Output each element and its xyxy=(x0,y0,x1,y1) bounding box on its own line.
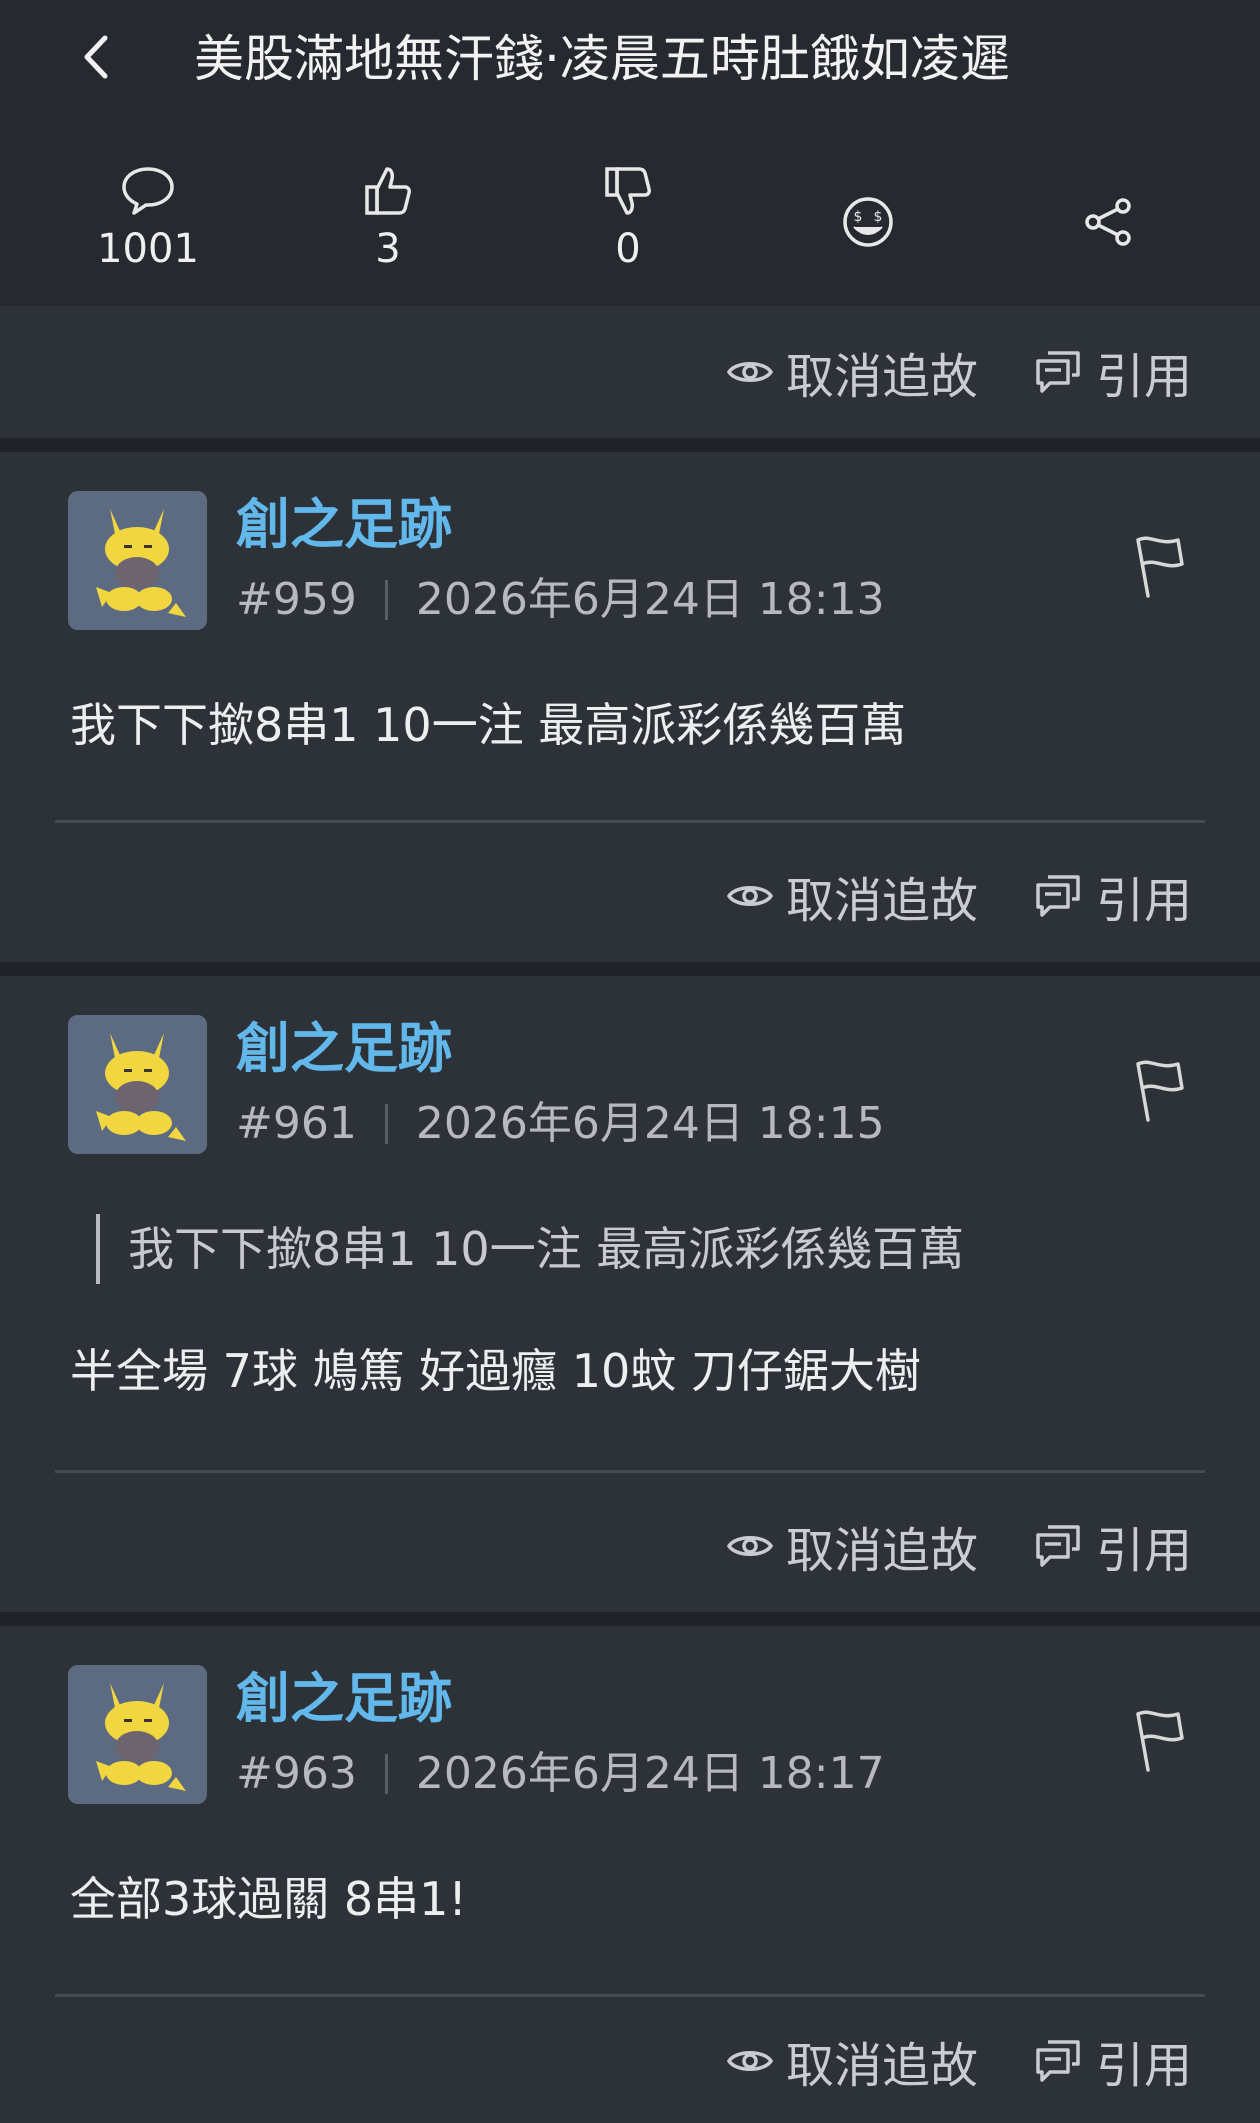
share-button[interactable] xyxy=(1008,160,1208,290)
report-button[interactable] xyxy=(1126,1706,1186,1776)
username[interactable]: 創之足跡 xyxy=(236,1664,452,1734)
post-meta: #961 2026年6月24日 18:15 xyxy=(236,1094,885,1154)
username[interactable]: 創之足跡 xyxy=(236,490,452,560)
flag-icon xyxy=(1136,1060,1184,1122)
top-bar: 美股滿地無汗錢‧凌晨五時肚餓如凌遲 1001 3 0 $ $ xyxy=(0,0,1260,306)
svg-text:$: $ xyxy=(854,209,863,225)
quote-button[interactable]: 引用 xyxy=(1034,1999,1192,2123)
flag-icon xyxy=(1136,1710,1184,1772)
unfollow-button[interactable]: 取消追故 xyxy=(726,306,978,438)
unfollow-label: 取消追故 xyxy=(786,349,979,405)
stats-row: 1001 3 0 $ $ xyxy=(0,160,1260,290)
meta-divider xyxy=(384,1754,388,1794)
meta-divider xyxy=(384,580,388,620)
share-icon xyxy=(1085,198,1131,246)
dislikes-count: 0 xyxy=(615,226,641,272)
post-timestamp: 2026年6月24日 18:17 xyxy=(415,1748,885,1799)
quote-icon xyxy=(1036,351,1080,393)
quote-button[interactable]: 引用 xyxy=(1034,306,1192,438)
unfollow-button[interactable]: 取消追故 xyxy=(726,1999,978,2123)
back-button[interactable] xyxy=(66,22,126,92)
quote-label: 引用 xyxy=(1096,349,1193,405)
post-timestamp: 2026年6月24日 18:15 xyxy=(415,1098,885,1149)
post-timestamp: 2026年6月24日 18:13 xyxy=(415,574,885,625)
post-body: 半全場 7球 鳩篤 好過癮 10蚊 刀仔鋸大樹 xyxy=(70,1344,921,1398)
page-title: 美股滿地無汗錢‧凌晨五時肚餓如凌遲 xyxy=(194,30,1010,88)
post-divider xyxy=(55,1470,1205,1473)
flag-icon xyxy=(1136,536,1184,598)
replies-stat[interactable]: 1001 xyxy=(48,160,248,290)
emoji-icon: $ $ xyxy=(843,197,893,247)
post-actions: 取消追故 引用 xyxy=(0,830,1260,962)
post-number: #961 xyxy=(236,1098,357,1149)
post-body: 我下下撳8串1 10一注 最高派彩係幾百萬 xyxy=(70,698,907,752)
avatar[interactable] xyxy=(68,491,207,630)
quoted-text: 我下下撳8串1 10一注 最高派彩係幾百萬 xyxy=(96,1214,964,1284)
post-separator xyxy=(0,962,1260,976)
post-actions: 取消追故 引用 xyxy=(0,1480,1260,1612)
meta-divider xyxy=(384,1104,388,1144)
quote-icon xyxy=(1036,875,1080,917)
quote-label: 引用 xyxy=(1096,2038,1193,2094)
thumbs-down-icon xyxy=(605,167,651,215)
dislike-button[interactable]: 0 xyxy=(528,160,728,290)
back-icon xyxy=(84,35,108,79)
post-separator xyxy=(0,438,1260,452)
unfollow-button[interactable]: 取消追故 xyxy=(726,1480,978,1612)
unfollow-label: 取消追故 xyxy=(786,2038,979,2094)
like-button[interactable]: 3 xyxy=(288,160,488,290)
thumbs-up-icon xyxy=(365,167,411,215)
post-number: #959 xyxy=(236,574,357,625)
report-button[interactable] xyxy=(1126,1056,1186,1126)
post-actions: 取消追故 引用 xyxy=(0,1999,1260,2123)
likes-count: 3 xyxy=(375,226,401,272)
post-number: #963 xyxy=(236,1748,357,1799)
post-divider xyxy=(55,820,1205,823)
eye-icon xyxy=(726,362,774,382)
quote-button[interactable]: 引用 xyxy=(1034,830,1192,962)
quote-icon xyxy=(1036,1525,1080,1567)
unfollow-button[interactable]: 取消追故 xyxy=(726,830,978,962)
post-meta: #963 2026年6月24日 18:17 xyxy=(236,1744,885,1804)
post-actions: 取消追故 引用 xyxy=(0,306,1260,438)
quote-button[interactable]: 引用 xyxy=(1034,1480,1192,1612)
unfollow-label: 取消追故 xyxy=(786,1523,979,1579)
quote-label: 引用 xyxy=(1096,1523,1193,1579)
emoji-button[interactable]: $ $ xyxy=(768,160,968,290)
eye-icon xyxy=(726,886,774,906)
post-separator xyxy=(0,1612,1260,1626)
post-divider xyxy=(55,1994,1205,1997)
username[interactable]: 創之足跡 xyxy=(236,1014,452,1084)
post-body: 全部3球過關 8串1! xyxy=(70,1872,467,1926)
quote-icon xyxy=(1036,2040,1080,2082)
svg-text:$: $ xyxy=(874,209,883,225)
unfollow-label: 取消追故 xyxy=(786,873,979,929)
post-meta: #959 2026年6月24日 18:13 xyxy=(236,570,885,630)
comment-icon xyxy=(122,167,174,215)
avatar[interactable] xyxy=(68,1015,207,1154)
eye-icon xyxy=(726,1536,774,1556)
quote-label: 引用 xyxy=(1096,873,1193,929)
report-button[interactable] xyxy=(1126,532,1186,602)
avatar[interactable] xyxy=(68,1665,207,1804)
replies-count: 1001 xyxy=(97,226,199,272)
eye-icon xyxy=(726,2051,774,2071)
